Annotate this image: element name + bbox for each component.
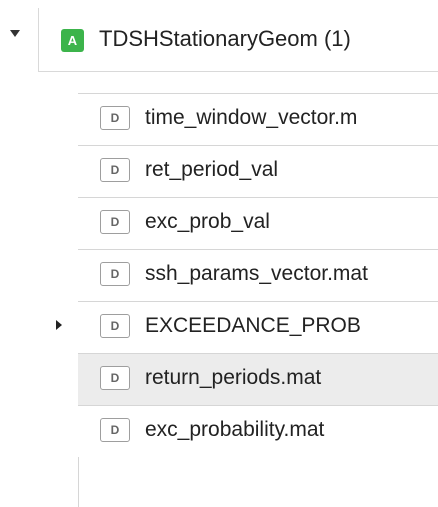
- tree-item-label: ret_period_val: [145, 158, 279, 181]
- divider: [38, 8, 39, 72]
- item-type-badge: D: [100, 262, 130, 286]
- tree-item[interactable]: D ret_period_val: [78, 145, 438, 197]
- tree-item-label: EXCEEDANCE_PROB: [145, 314, 361, 337]
- caret-right-icon[interactable]: [56, 320, 62, 330]
- divider: [38, 71, 438, 72]
- tree-group-header[interactable]: A TDSHStationaryGeom (1): [0, 0, 438, 72]
- caret-down-icon[interactable]: [10, 30, 20, 37]
- group-type-badge: A: [61, 29, 84, 52]
- tree-item[interactable]: D exc_prob_val: [78, 197, 438, 249]
- item-type-badge: D: [100, 158, 130, 182]
- item-type-badge: D: [100, 366, 130, 390]
- tree-item-label: exc_probability.mat: [145, 418, 325, 441]
- tree-item-selected[interactable]: D return_periods.mat: [78, 353, 438, 405]
- tree-item[interactable]: D time_window_vector.m: [78, 93, 438, 145]
- item-type-badge: D: [100, 106, 130, 130]
- item-type-badge: D: [100, 314, 130, 338]
- group-title[interactable]: TDSHStationaryGeom (1): [99, 24, 351, 54]
- tree-item[interactable]: D exc_probability.mat: [78, 405, 438, 457]
- tree-item-label: return_periods.mat: [145, 366, 322, 389]
- tree-item[interactable]: D EXCEEDANCE_PROB: [56, 301, 438, 353]
- item-type-badge: D: [100, 210, 130, 234]
- item-type-badge: D: [100, 418, 130, 442]
- tree-item-label: exc_prob_val: [145, 210, 270, 233]
- tree-item-label: ssh_params_vector.mat: [145, 262, 368, 285]
- tree-item[interactable]: D ssh_params_vector.mat: [78, 249, 438, 301]
- tree-item-label: time_window_vector.m: [145, 106, 358, 129]
- tree-item-list: D time_window_vector.m D ret_period_val …: [56, 93, 438, 457]
